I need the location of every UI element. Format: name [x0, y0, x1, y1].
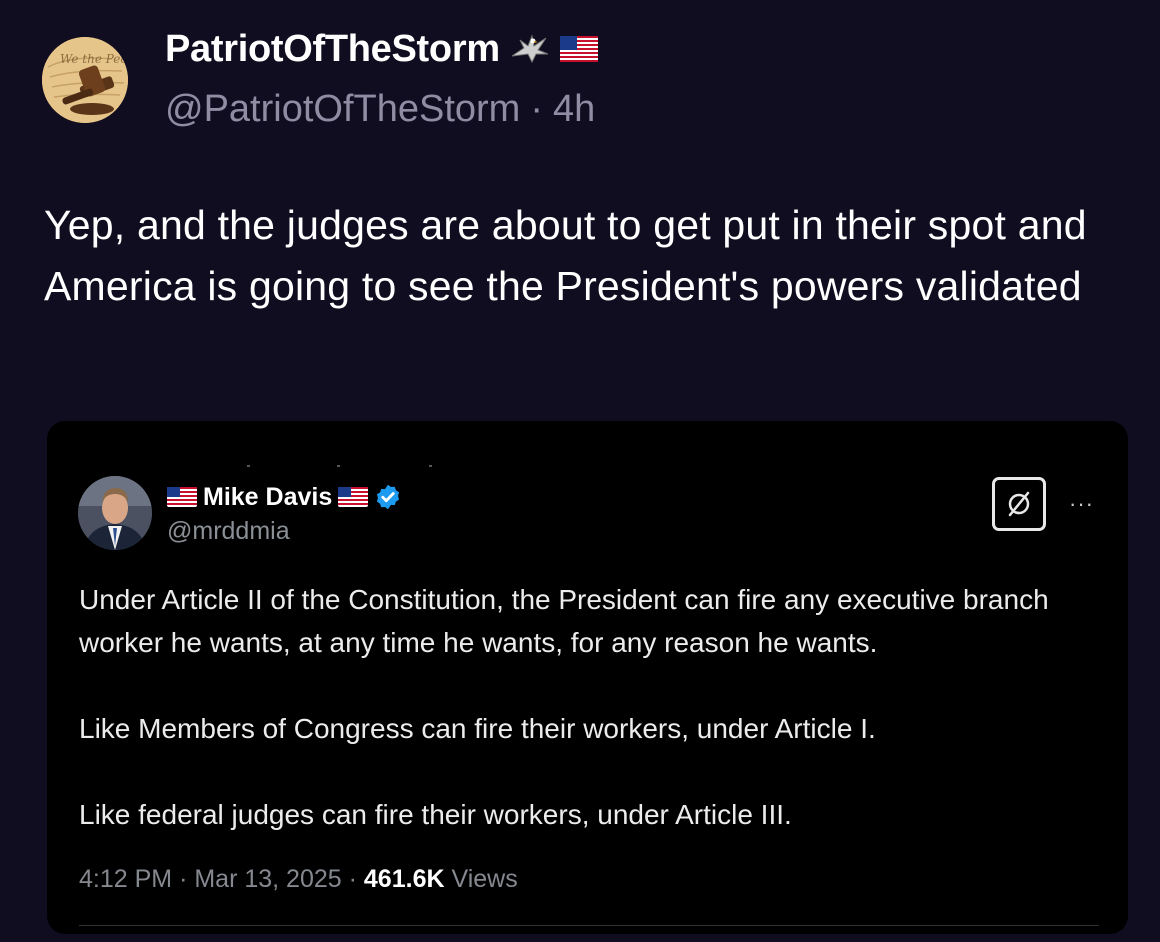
quoted-post-meta: 4:12 PM · Mar 13, 2025 · 461.6K Views: [79, 865, 518, 894]
person-photo-icon: [78, 476, 152, 550]
author-display-name[interactable]: PatriotOfTheStorm: [165, 28, 500, 71]
separator-dot: ·: [179, 865, 188, 893]
quoted-post-date[interactable]: Mar 13, 2025: [194, 865, 341, 893]
author-avatar[interactable]: We the People: [42, 37, 128, 123]
divider: [79, 925, 1099, 926]
grok-button[interactable]: [992, 477, 1046, 531]
eagle-icon: [511, 34, 548, 64]
quoted-post-text: Under Article II of the Constitution, th…: [79, 578, 1089, 836]
quoted-author-name-row: Mike Davis: [167, 481, 402, 513]
svg-text:We the People: We the People: [60, 52, 128, 66]
author-name-row: PatriotOfTheStorm: [165, 24, 598, 74]
quoted-post-time[interactable]: 4:12 PM: [79, 865, 172, 893]
verified-badge-icon: [377, 484, 400, 510]
top-edge-artifact: [247, 465, 432, 467]
views-count: 461.6K: [363, 865, 445, 893]
gavel-icon: We the People: [42, 37, 128, 123]
quoted-paragraph: Like federal judges can fire their worke…: [79, 799, 792, 830]
us-flag-icon: [338, 487, 369, 507]
author-handle-row: @PatriotOfTheStorm · 4h: [165, 88, 595, 131]
author-handle[interactable]: @PatriotOfTheStorm: [165, 88, 520, 130]
views-label: Views: [451, 865, 518, 893]
quoted-post-card[interactable]: Mike Davis @mrddmia ··· Under Article II…: [47, 421, 1128, 934]
us-flag-icon: [559, 36, 598, 62]
grok-icon: [1008, 491, 1030, 517]
separator-dot: ·: [530, 88, 543, 130]
quoted-author-avatar[interactable]: [78, 476, 152, 550]
quoted-paragraph: Like Members of Congress can fire their …: [79, 713, 876, 744]
quoted-author-handle[interactable]: @mrddmia: [167, 517, 290, 546]
separator-dot: ·: [348, 865, 357, 893]
post-timestamp[interactable]: 4h: [553, 88, 595, 130]
more-options-button[interactable]: ···: [1069, 491, 1094, 517]
us-flag-icon: [167, 487, 197, 507]
post-text: Yep, and the judges are about to get put…: [44, 202, 1087, 309]
post: We the People PatriotOfTheStorm @Patriot…: [0, 0, 1160, 942]
quoted-author-display-name[interactable]: Mike Davis: [203, 483, 332, 512]
quoted-paragraph: Under Article II of the Constitution, th…: [79, 584, 1049, 658]
